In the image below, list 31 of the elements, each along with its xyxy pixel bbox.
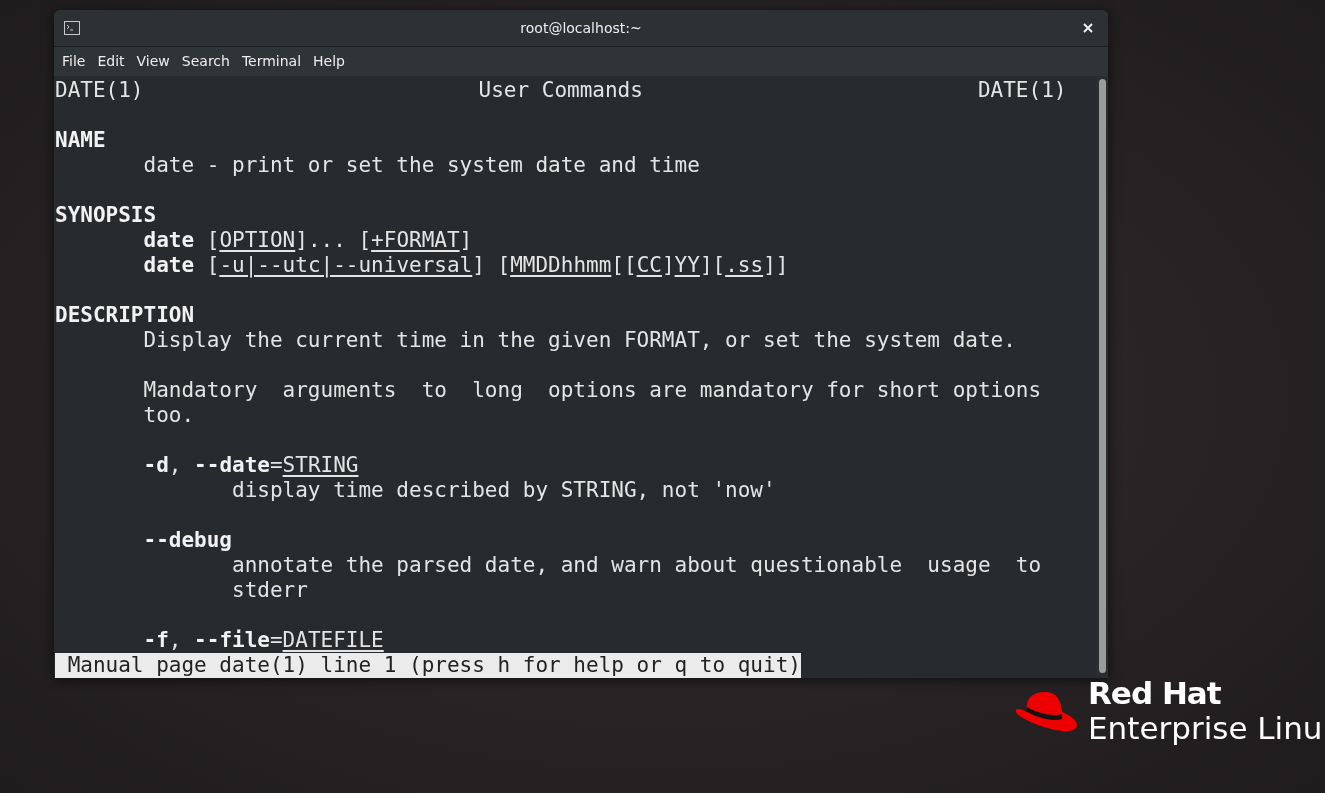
menu-item[interactable]: Edit: [91, 51, 131, 72]
menu-item[interactable]: Search: [175, 51, 236, 72]
man-header-text: DATE(1): [977, 78, 1067, 103]
man-header-text: DATE(1): [55, 78, 144, 103]
menu-item[interactable]: View: [130, 51, 176, 72]
terminal-line: display time described by STRING, not 'now': [232, 478, 776, 502]
close-icon: [1083, 23, 1093, 33]
terminal-line: date [-u|--utc|--universal] [MMDDhhmm[[CC]YY][.ss]]: [143, 253, 789, 277]
menu-item[interactable]: Terminal: [235, 51, 308, 72]
terminal-line: -f, --file=DATEFILE: [143, 628, 384, 652]
terminal-line: annotate the parsed date, and warn about questionable usage to: [232, 553, 1042, 577]
terminal-line: Display the current time in the given FORMAT, or set the system date.: [143, 328, 1016, 352]
section-heading: SYNOPSIS: [55, 203, 157, 227]
terminal-icon: [64, 21, 80, 35]
terminal-line: date [OPTION]... [+FORMAT]: [143, 228, 473, 252]
terminal-line: Mandatory arguments to long options are mandatory for short options: [143, 378, 1042, 402]
section-heading: DESCRIPTION: [55, 303, 195, 327]
logo-title: Red Hat: [1088, 678, 1222, 709]
menu-item[interactable]: File: [56, 51, 92, 72]
terminal-line: too.: [143, 403, 195, 427]
terminal-line: date - print or set the system date and time: [143, 153, 700, 177]
scrollbar-thumb[interactable]: [1098, 79, 1106, 673]
section-heading: NAME: [55, 128, 106, 152]
logo-subtitle: Enterprise Linu: [1088, 713, 1323, 744]
man-header-text: User Commands: [478, 78, 643, 103]
hat-logo-icon: [1015, 690, 1078, 732]
terminal-line: -d, --date=STRING: [143, 453, 359, 477]
window-title: root@localhost:~: [520, 18, 642, 38]
terminal-line: stderr: [232, 578, 308, 602]
terminal-line: --debug: [143, 528, 232, 552]
menu-item[interactable]: Help: [307, 51, 351, 72]
